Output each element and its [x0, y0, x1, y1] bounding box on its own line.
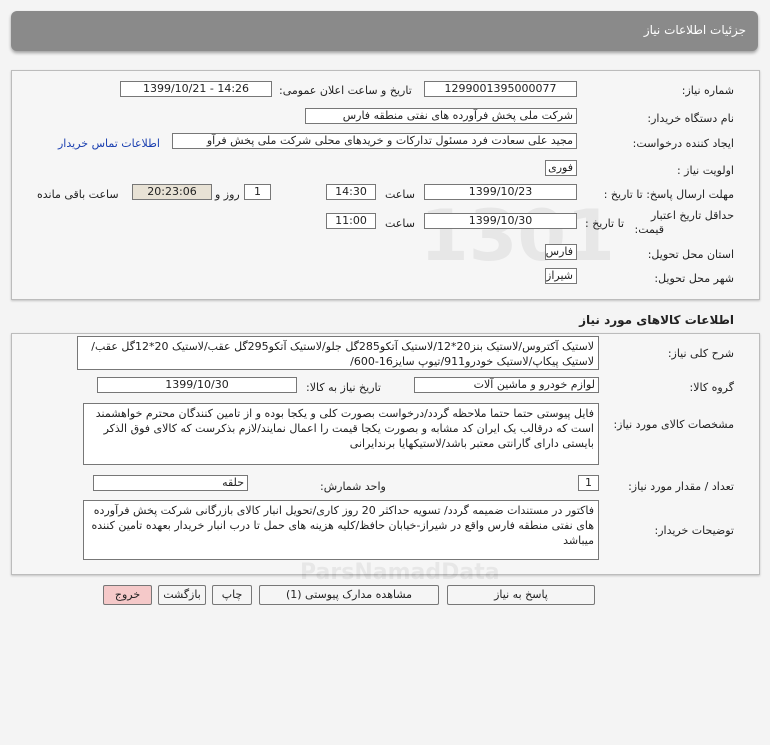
- city-field: شیراز: [545, 268, 577, 284]
- creator-label: ایجاد کننده درخواست:: [632, 137, 734, 150]
- deadline-time-field: 14:30: [326, 184, 376, 200]
- need-date-field: 1399/10/30: [97, 377, 297, 393]
- deadline-label: مهلت ارسال پاسخ: تا تاریخ :: [603, 188, 734, 201]
- buyer-contact-link[interactable]: اطلاعات تماس خریدار: [58, 137, 160, 150]
- priority-field: فوری: [545, 160, 577, 176]
- validity-time-field: 11:00: [326, 213, 376, 229]
- remaining-days-field: 1: [244, 184, 271, 200]
- exit-button[interactable]: خروج: [103, 585, 152, 605]
- group-label: گروه کالا:: [689, 381, 734, 394]
- buyer-notes-label: توضیحات خریدار:: [654, 524, 735, 537]
- summary-field: لاستیک آکتروس/لاستیک بنز20*12/لاستیک آتک…: [77, 336, 599, 370]
- back-button[interactable]: بازگشت: [158, 585, 206, 605]
- deadline-date-field: 1399/10/23: [424, 184, 577, 200]
- quantity-field: 1: [578, 475, 599, 491]
- need-number-label: شماره نیاز:: [681, 84, 734, 97]
- print-button[interactable]: چاپ: [212, 585, 252, 605]
- goods-section-title: اطلاعات کالاهای مورد نیاز: [579, 313, 734, 327]
- unit-field: حلقه: [93, 475, 248, 491]
- reply-button[interactable]: پاسخ به نیاز: [447, 585, 595, 605]
- validity-time-label: ساعت: [385, 217, 415, 230]
- deadline-time-label: ساعت: [385, 188, 415, 201]
- city-label: شهر محل تحویل:: [654, 272, 734, 285]
- page-header: جزئیات اطلاعات نیاز: [11, 11, 758, 51]
- validity-label-1: حداقل تاریخ اعتبار: [650, 209, 734, 222]
- summary-label: شرح کلی نیاز:: [667, 347, 734, 360]
- need-info-panel: [11, 70, 760, 300]
- specs-field: فایل پیوستی حتما حتما ملاحظه گردد/درخواس…: [83, 403, 599, 465]
- validity-date-field: 1399/10/30: [424, 213, 577, 229]
- days-label: روز و: [215, 188, 240, 201]
- group-field: لوازم خودرو و ماشین آلات: [414, 377, 599, 393]
- remaining-time-field: 20:23:06: [132, 184, 212, 200]
- announce-label: تاریخ و ساعت اعلان عمومی:: [279, 84, 412, 97]
- buyer-label: نام دستگاه خریدار:: [647, 112, 734, 125]
- validity-label-2: قیمت:: [634, 223, 664, 236]
- priority-label: اولویت نیاز :: [676, 164, 734, 177]
- need-number-field: 1299001395000077: [424, 81, 577, 97]
- buyer-notes-field: فاکتور در مستندات ضمیمه گردد/ تسویه حداک…: [83, 500, 599, 560]
- province-field: فارس: [545, 244, 577, 260]
- creator-field: مجید علی سعادت فرد مسئول تدارکات و خریده…: [172, 133, 577, 149]
- view-attachments-button[interactable]: مشاهده مدارک پیوستی (1): [259, 585, 439, 605]
- province-label: استان محل تحویل:: [647, 248, 734, 261]
- page-title: جزئیات اطلاعات نیاز: [643, 23, 746, 37]
- unit-label: واحد شمارش:: [320, 480, 386, 493]
- validity-to-date-label: تا تاریخ :: [585, 217, 624, 230]
- specs-label: مشخصات کالای مورد نیاز:: [613, 418, 734, 431]
- quantity-label: تعداد / مقدار مورد نیاز:: [628, 480, 734, 493]
- remaining-label: ساعت باقی مانده: [37, 188, 119, 201]
- need-date-label: تاریخ نیاز به کالا:: [306, 381, 381, 394]
- announce-field: 1399/10/21 - 14:26: [120, 81, 272, 97]
- buyer-field: شرکت ملی پخش فرآورده های نفتی منطقه فارس: [305, 108, 577, 124]
